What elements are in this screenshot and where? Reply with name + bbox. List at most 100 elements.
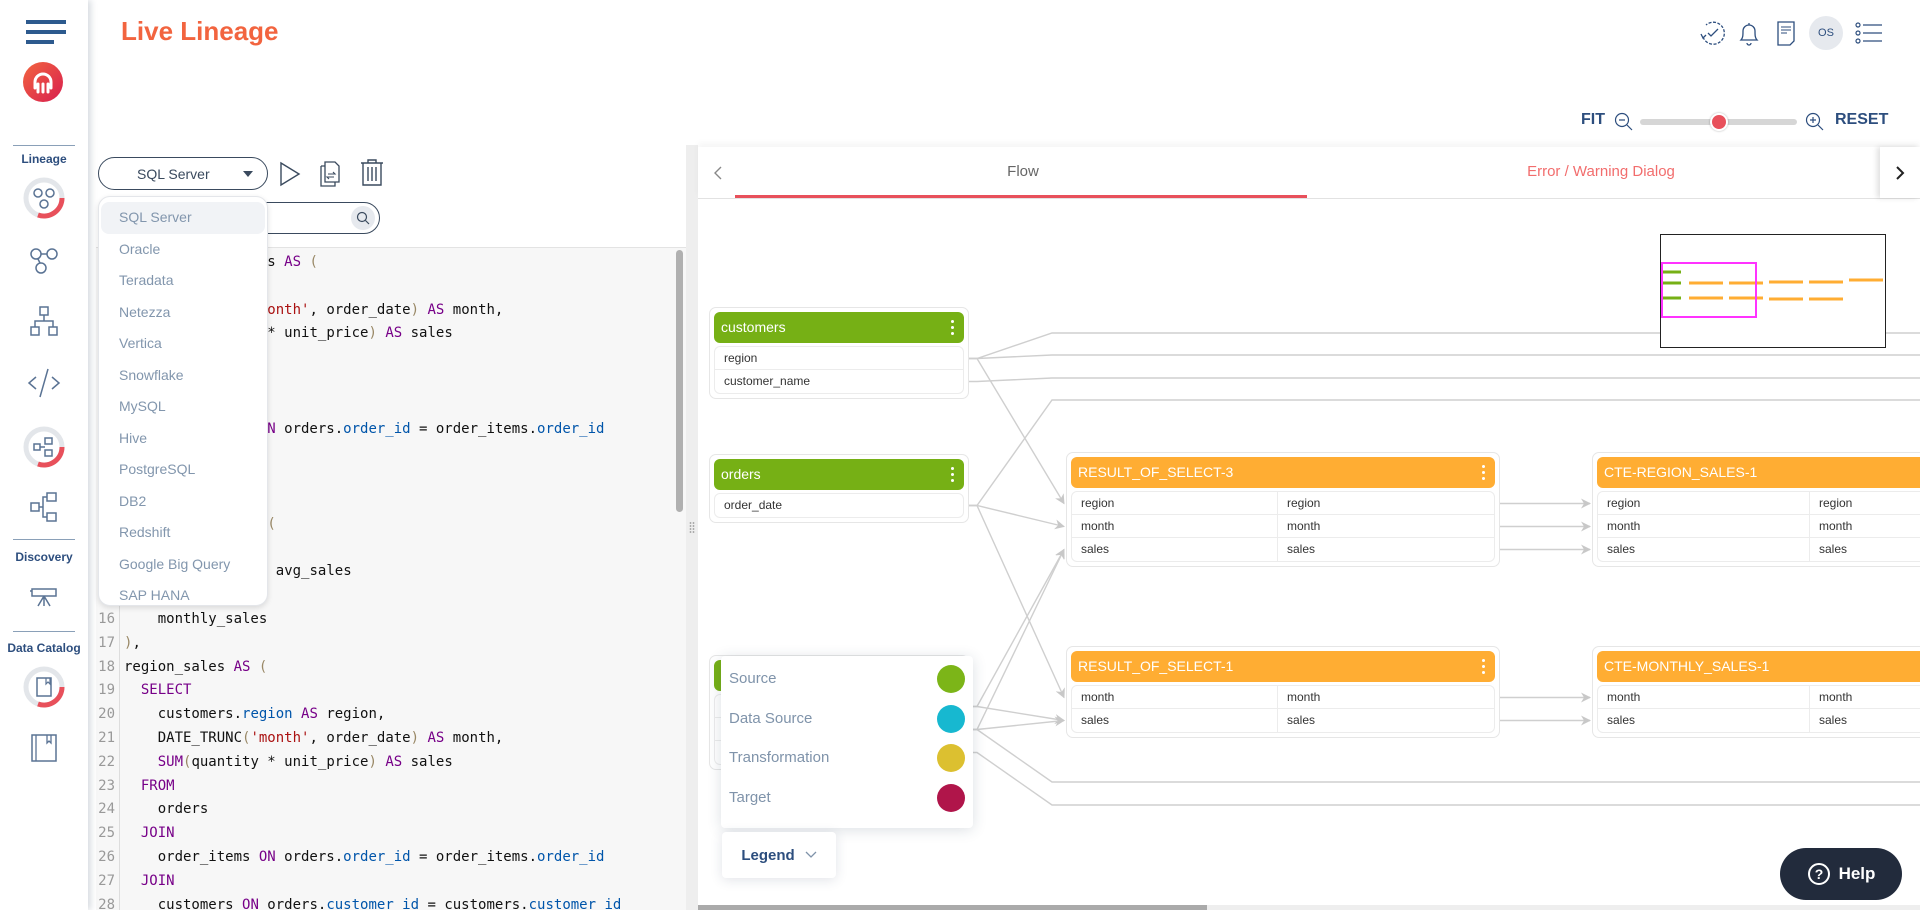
code-text: region_sales AS (: [124, 658, 268, 675]
node-header[interactable]: CTE-REGION_SALES-1: [1597, 457, 1920, 488]
legend-item-label: Data Source: [729, 709, 813, 727]
history-check-icon[interactable]: [1697, 18, 1727, 48]
tab-error-warning[interactable]: Error / Warning Dialog: [1501, 163, 1701, 180]
kebab-menu-icon[interactable]: [1482, 465, 1485, 480]
code-line: 23 FROM: [96, 773, 175, 798]
legend-item-label: Transformation: [729, 749, 830, 766]
dropdown-option[interactable]: Oracle: [101, 234, 265, 266]
notes-icon[interactable]: [1771, 18, 1801, 48]
line-number: 26: [96, 845, 120, 869]
node-column-row[interactable]: region: [715, 347, 963, 370]
lineage-node-result_of_select-1[interactable]: RESULT_OF_SELECT-1 month month sales sales: [1066, 646, 1500, 738]
dropdown-option[interactable]: SQL Server: [101, 202, 265, 234]
zoom-slider-handle[interactable]: [1709, 113, 1728, 131]
code-line: 21 DATE_TRUNC('month', order_date) AS mo…: [96, 726, 503, 750]
telescope-icon[interactable]: [22, 572, 66, 616]
tree-icon[interactable]: [22, 485, 66, 529]
node-column-row[interactable]: month month: [1072, 515, 1494, 538]
node-column-row[interactable]: order_date: [715, 494, 963, 517]
code-text: JOIN: [140, 825, 175, 842]
fit-button[interactable]: FIT: [1581, 111, 1605, 129]
dropdown-option[interactable]: Netezza: [101, 297, 265, 329]
node-column-row[interactable]: sales sales: [1072, 709, 1494, 732]
code-line: 26 order_items ON orders.order_id = orde…: [96, 845, 604, 869]
node-header[interactable]: customers: [714, 312, 964, 343]
node-header[interactable]: RESULT_OF_SELECT-3: [1071, 457, 1495, 488]
zoom-in-icon[interactable]: [1805, 112, 1825, 132]
minimap[interactable]: [1660, 234, 1886, 348]
chevron-left-icon[interactable]: [712, 164, 724, 182]
code-text: ),: [124, 634, 141, 651]
lineage-node-orders[interactable]: orders order_date: [709, 454, 969, 523]
copy-button[interactable]: [318, 158, 342, 188]
kebab-menu-icon[interactable]: [951, 320, 954, 335]
node-title: CTE-REGION_SALES-1: [1604, 464, 1758, 480]
legend-panel: Source Data Source Transformation Target: [721, 656, 973, 828]
dropdown-option[interactable]: PostgreSQL: [101, 454, 265, 486]
lineage-graph-icon[interactable]: [22, 238, 66, 282]
lineage-node-customers[interactable]: customers region customer_name: [709, 307, 969, 399]
search-icon[interactable]: [351, 206, 375, 230]
dropdown-option[interactable]: Redshift: [101, 517, 265, 549]
node-title: RESULT_OF_SELECT-1: [1078, 658, 1234, 674]
dropdown-option[interactable]: Hive: [101, 423, 265, 455]
bell-icon[interactable]: [1734, 18, 1764, 48]
column-name: sales: [1081, 542, 1110, 556]
node-column-row[interactable]: sales sales: [1598, 538, 1920, 561]
dropdown-option[interactable]: SAP HANA: [101, 580, 265, 612]
dropdown-option[interactable]: MySQL: [101, 391, 265, 423]
dropdown-option[interactable]: Teradata: [101, 265, 265, 297]
avatar[interactable]: OS: [1809, 16, 1843, 50]
code-line: 27 JOIN: [96, 868, 175, 893]
column-name: month: [1277, 515, 1494, 537]
list-menu-icon[interactable]: [1853, 18, 1885, 48]
zoom-out-icon[interactable]: [1614, 112, 1634, 132]
node-column-row[interactable]: month month: [1598, 686, 1920, 709]
impact-lineage-icon[interactable]: [22, 425, 66, 469]
hamburger-menu-icon[interactable]: [26, 20, 66, 44]
code-line: 18 region_sales AS (: [96, 654, 268, 679]
kebab-menu-icon[interactable]: [951, 467, 954, 482]
catalog-book-icon[interactable]: [22, 665, 66, 709]
legend-toggle-button[interactable]: Legend: [722, 832, 836, 878]
code-scrollbar[interactable]: [676, 250, 683, 512]
code-line: 19 SELECT: [96, 678, 191, 703]
hierarchy-icon[interactable]: [22, 299, 66, 343]
code-text: JOIN: [140, 872, 175, 889]
node-column-row[interactable]: month month: [1598, 515, 1920, 538]
dropdown-option[interactable]: DB2: [101, 486, 265, 518]
dropdown-option[interactable]: Snowflake: [101, 360, 265, 392]
node-title: customers: [721, 319, 786, 335]
live-lineage-icon[interactable]: [22, 176, 66, 220]
node-column-row[interactable]: region region: [1598, 492, 1920, 515]
run-button[interactable]: [278, 160, 302, 188]
dropdown-option[interactable]: Google Big Query: [101, 549, 265, 581]
node-column-row[interactable]: region region: [1072, 492, 1494, 515]
panel-splitter[interactable]: [686, 145, 698, 910]
node-columns: month month sales sales: [1071, 685, 1495, 733]
node-columns: month month sales sales: [1597, 685, 1920, 733]
reset-button[interactable]: RESET: [1835, 111, 1888, 129]
lineage-node-result_of_select-3[interactable]: RESULT_OF_SELECT-3 region region month month…: [1066, 452, 1500, 567]
tab-flow[interactable]: Flow: [998, 163, 1048, 180]
expand-panel-button[interactable]: [1880, 147, 1920, 198]
node-header[interactable]: CTE-MONTHLY_SALES-1: [1597, 651, 1920, 682]
node-header[interactable]: orders: [714, 459, 964, 490]
chevron-right-icon: [1896, 165, 1905, 180]
code-tools-icon[interactable]: [22, 361, 66, 405]
node-column-row[interactable]: sales sales: [1598, 709, 1920, 732]
lineage-node-cte-region_sales-1[interactable]: CTE-REGION_SALES-1 region region month month…: [1592, 452, 1920, 567]
help-button[interactable]: ? Help: [1780, 848, 1902, 900]
scrollbar-thumb[interactable]: [698, 905, 1207, 910]
kebab-menu-icon[interactable]: [1482, 659, 1485, 674]
divider: [13, 631, 75, 632]
dropdown-option[interactable]: Vertica: [101, 328, 265, 360]
node-column-row[interactable]: month month: [1072, 686, 1494, 709]
node-column-row[interactable]: customer_name: [715, 370, 963, 393]
delete-button[interactable]: [359, 157, 385, 187]
node-header[interactable]: RESULT_OF_SELECT-1: [1071, 651, 1495, 682]
sql-dialect-select[interactable]: SQL Server: [98, 157, 268, 190]
book-icon[interactable]: [22, 725, 66, 769]
node-column-row[interactable]: sales sales: [1072, 538, 1494, 561]
lineage-node-cte-monthly_sales-1[interactable]: CTE-MONTHLY_SALES-1 month month sales sales: [1592, 646, 1920, 738]
